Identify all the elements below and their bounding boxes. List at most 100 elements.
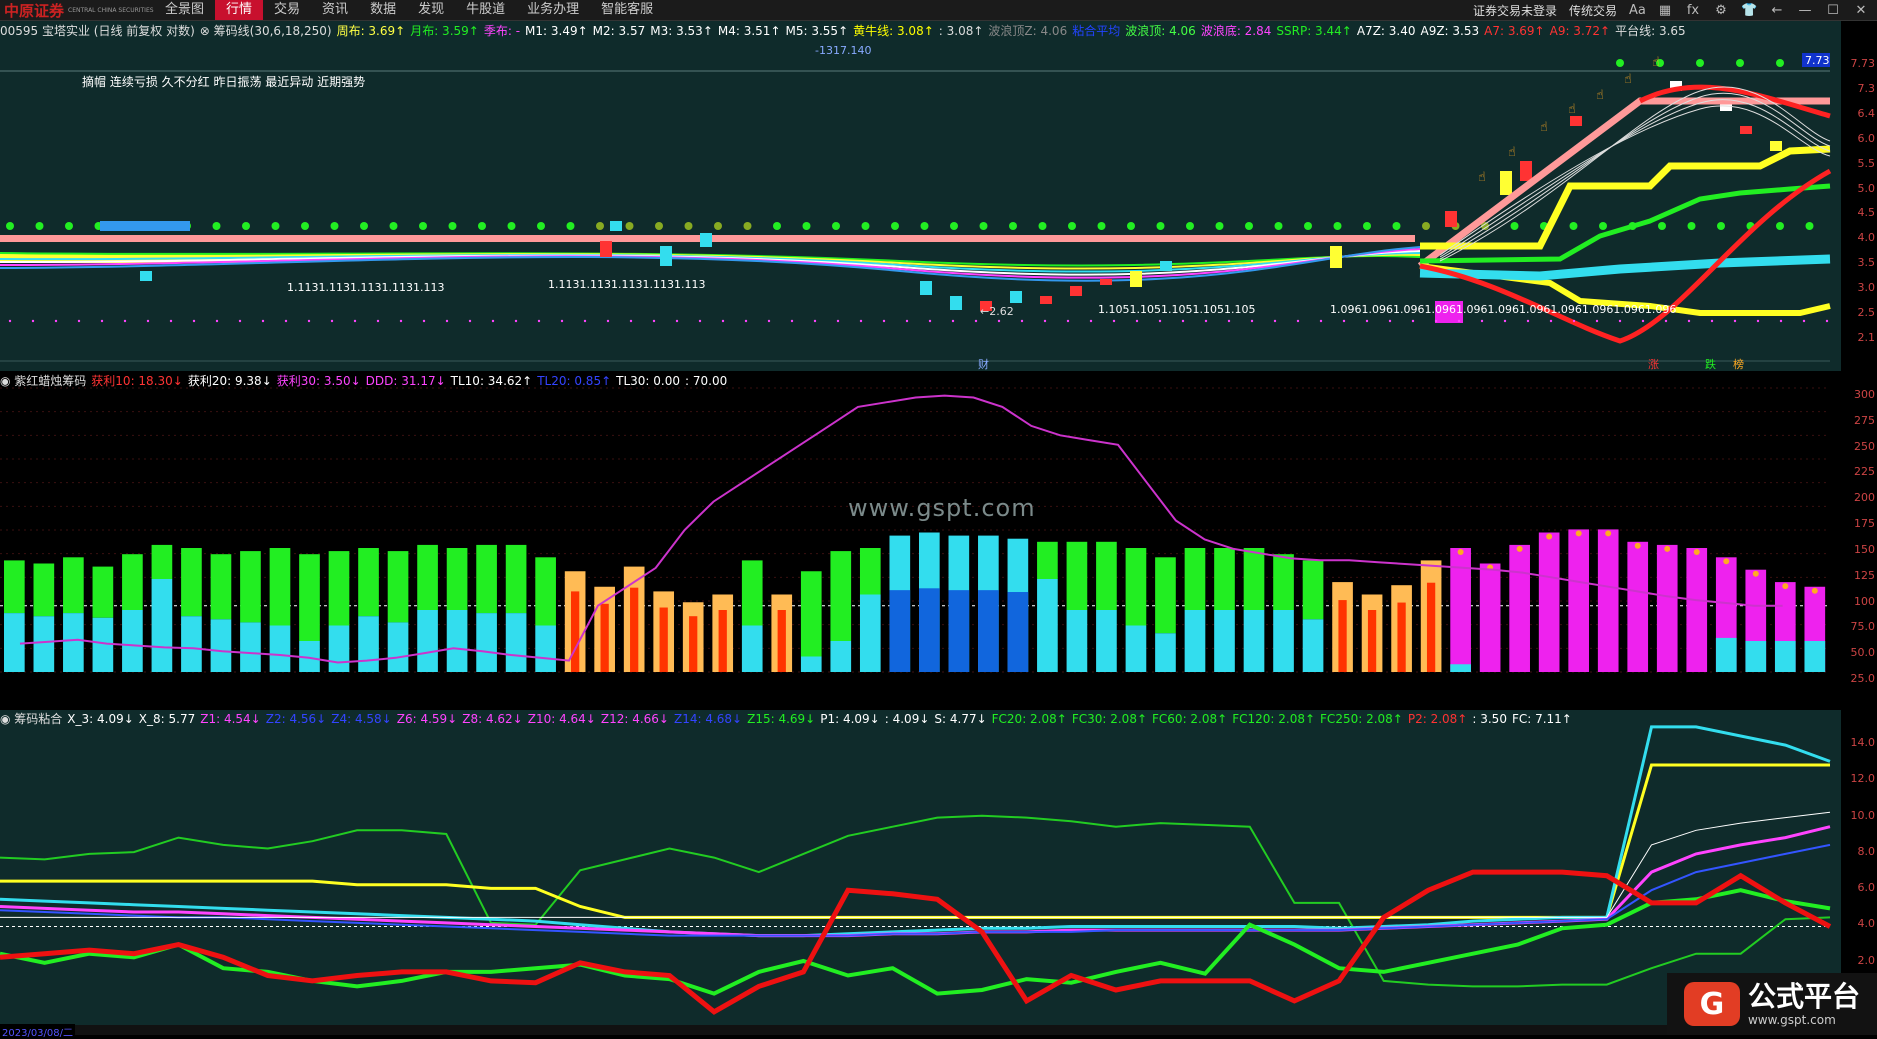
signal-dot [1009, 222, 1017, 230]
chip-candle-axis-tick: 150 [1854, 542, 1875, 556]
nav-item-4[interactable]: 数据 [359, 0, 407, 20]
price-candle [1100, 279, 1112, 285]
chip-bar-lower [1273, 610, 1294, 672]
font-size-icon[interactable]: Aa [1629, 3, 1646, 18]
signal-dot [1274, 222, 1283, 230]
chip-bar-upper [122, 554, 143, 610]
hand-pointer-icon: ☝ [1478, 170, 1486, 185]
signal-dot [1736, 59, 1744, 67]
event-label: 榜 [1733, 357, 1744, 371]
chip-candle-chart[interactable] [0, 372, 1841, 708]
signal-dot [1687, 222, 1696, 230]
price-candle [1040, 296, 1052, 304]
price-candle [140, 271, 152, 281]
baseline-dot [583, 319, 587, 323]
hand-pointer-icon: ☝ [1652, 55, 1660, 70]
chip-bar-cap [1546, 533, 1553, 540]
nav-item-6[interactable]: 牛股道 [455, 0, 516, 20]
signal-dot [1599, 222, 1607, 230]
minimize-icon[interactable]: — [1797, 3, 1813, 18]
price-chart[interactable]: -1317.140 摘帽 连续亏损 久不分红 昨日振荡 最近异动 近期强势 ☝ ☝ ☝ ☝… [0, 21, 1841, 371]
chip-bar-cap [1752, 570, 1759, 577]
baseline-dot [1802, 319, 1806, 323]
settings-icon[interactable]: ⚙ [1713, 3, 1729, 18]
chip-candle-panel[interactable]: ◉ 紫红蜡烛筹码 获利10: 18.30↓ 获利20: 9.38↓ 获利30: 3.5… [0, 372, 1877, 708]
price-candle [1330, 246, 1342, 268]
signal-dot [1422, 222, 1430, 230]
signal-dot [1805, 222, 1814, 230]
chip-bar-lower [1774, 641, 1796, 672]
signal-dot [684, 222, 693, 230]
baseline-dot [123, 319, 127, 323]
back-icon[interactable]: ← [1769, 3, 1785, 18]
chip-bar-lower [1804, 641, 1826, 672]
baseline-dot [192, 319, 196, 323]
moving-average-line [0, 246, 1421, 282]
baseline-dot [1273, 319, 1277, 323]
chip-bar-upper [1479, 563, 1501, 672]
chip-bar-upper [1538, 532, 1560, 672]
green-convergence-line [0, 814, 1831, 988]
close-icon[interactable]: ✕ [1853, 3, 1869, 18]
chip-bar-lower [33, 616, 55, 672]
nav-item-7[interactable]: 业务办理 [516, 0, 590, 20]
chip-candle-axis-tick: 300 [1854, 388, 1875, 401]
price-chart-panel[interactable]: 00595 宝塔实业 (日线 前复权 对数) ⊗ 筹码线(30,6,18,250)… [0, 21, 1877, 371]
nav-item-8[interactable]: 智能客服 [590, 0, 664, 20]
chip-candle-axis-tick: 200 [1854, 491, 1875, 505]
nav-item-2[interactable]: 交易 [263, 0, 311, 20]
baseline-dot [721, 319, 725, 323]
date-scrollbar[interactable] [0, 1025, 1877, 1035]
nav-item-1[interactable]: 行情 [215, 0, 264, 20]
classic-trade-link[interactable]: 传统交易 [1569, 2, 1617, 19]
signal-dot [65, 222, 73, 230]
trade-login-status[interactable]: 证券交易未登录 [1473, 2, 1557, 19]
chip-bar-cap [1605, 530, 1612, 537]
hand-pointer-icon: ☝ [1624, 72, 1632, 87]
price-candle [1570, 116, 1582, 126]
chip-convergence-chart[interactable] [0, 710, 1841, 1025]
nav-item-0[interactable]: 全景图 [154, 0, 215, 20]
signal-dot [1304, 222, 1312, 230]
baseline-dot [1365, 319, 1369, 323]
baseline-dot [1641, 319, 1645, 323]
tshirt-icon[interactable]: 👕 [1741, 3, 1757, 18]
signal-dot [1717, 222, 1725, 230]
baseline-dot [1227, 319, 1231, 323]
chip-bar-upper [800, 571, 822, 657]
formula-icon[interactable]: fx [1685, 3, 1701, 18]
signal-dot [537, 222, 545, 230]
chip-bar-upper [446, 548, 468, 610]
nav-item-5[interactable]: 发现 [407, 0, 455, 20]
brand-title: 公式平台 [1747, 980, 1860, 1013]
chip-bar-upper [1066, 541, 1088, 610]
chip-bar-upper [830, 551, 852, 641]
maximize-icon[interactable]: ☐ [1825, 3, 1841, 18]
chip-bar-lower [800, 656, 822, 672]
chip-bar-upper [505, 544, 527, 614]
stock-tags-note: 摘帽 连续亏损 久不分红 昨日振荡 最近异动 近期强势 [82, 74, 365, 89]
nav-item-3[interactable]: 资讯 [311, 0, 359, 20]
chip-bar-upper [1243, 548, 1265, 610]
baseline-dot [1526, 319, 1530, 323]
chip-bar-upper [63, 557, 84, 614]
chip-bar-lower [535, 625, 556, 672]
chip-bar-lower [1302, 619, 1324, 672]
baseline-dot [1089, 319, 1093, 323]
price-axis-tick: 2.1 [1857, 331, 1876, 344]
chip-convergence-panel[interactable]: ◉ 筹码粘合 X_3: 4.09↓ X_8: 5.77 Z1: 4.54↓ Z2: 4.… [0, 710, 1877, 1025]
price-axis-tick: 4.0 [1857, 231, 1876, 245]
grid-icon[interactable]: ▦ [1657, 3, 1673, 18]
baseline-dot [537, 319, 541, 323]
chip-bar-lower [1338, 600, 1347, 672]
event-label: 跌 [1705, 357, 1716, 371]
chip-bar-upper [1509, 544, 1530, 672]
hand-pointer-icon: ☝ [1596, 88, 1604, 103]
baseline-dot [1411, 319, 1415, 323]
chip-bar-lower [1715, 637, 1737, 672]
baseline-dot [1158, 319, 1162, 323]
price-axis-tick: 3.5 [1857, 256, 1876, 270]
baseline-dot [606, 319, 610, 323]
baseline-dot [1319, 319, 1323, 323]
signal-dot [714, 222, 722, 230]
